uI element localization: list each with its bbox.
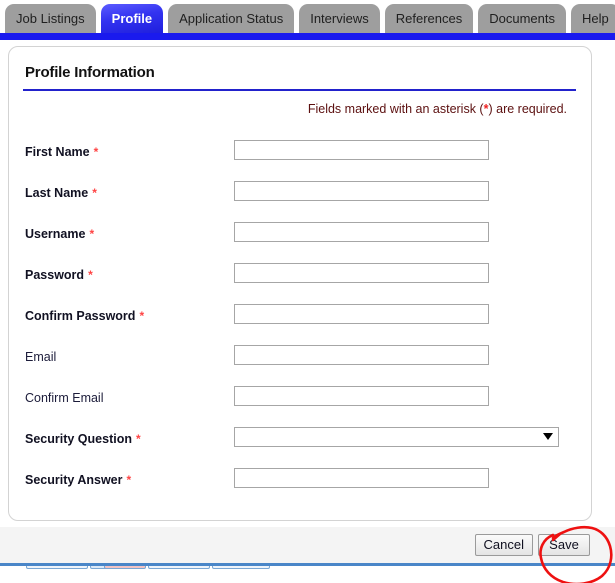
required-note-prefix: Fields marked with an asterisk (: [307, 102, 484, 116]
profile-panel: Profile Information Fields marked with a…: [8, 46, 592, 521]
label-last-name: Last Name *: [25, 186, 97, 200]
taskbar-sliver: [0, 566, 615, 583]
label-confirm-email: Confirm Email: [25, 391, 104, 405]
label-text: Last Name: [25, 186, 89, 200]
form-row: Confirm Password *: [9, 302, 591, 343]
label-first-name: First Name *: [25, 145, 98, 159]
tab-help[interactable]: Help: [570, 4, 615, 33]
tab-interviews[interactable]: Interviews: [299, 4, 380, 33]
form-row: Security Question *: [9, 425, 591, 466]
label-security-question: Security Question *: [25, 432, 141, 446]
tab-bar-underline: [0, 33, 615, 40]
required-note-suffix: ) are required.: [488, 102, 567, 116]
tab-references[interactable]: References: [384, 4, 474, 33]
profile-form: First Name * Last Name * Username * Password * C…: [9, 138, 591, 507]
form-row: Password *: [9, 261, 591, 302]
tab-job-listings[interactable]: Job Listings: [5, 4, 96, 33]
label-text: First Name: [25, 145, 90, 159]
required-asterisk-icon: *: [93, 145, 99, 159]
input-security-answer[interactable]: [234, 468, 489, 488]
form-row: Username *: [9, 220, 591, 261]
required-asterisk-icon: *: [92, 186, 97, 200]
tab-bar: Job Listings Profile Application Status Int…: [0, 0, 615, 40]
form-footer: Cancel Save: [0, 527, 615, 563]
security-question-select[interactable]: [234, 427, 559, 447]
input-confirm-password[interactable]: [234, 304, 489, 324]
tab-profile[interactable]: Profile: [100, 4, 164, 33]
input-password[interactable]: [234, 263, 489, 283]
form-row: First Name *: [9, 138, 591, 179]
label-text: Password: [25, 268, 85, 282]
input-confirm-email[interactable]: [234, 386, 489, 406]
label-text: Security Answer: [25, 473, 123, 487]
taskbar-item[interactable]: [148, 566, 210, 569]
cancel-button[interactable]: Cancel: [474, 534, 533, 556]
label-text: Confirm Email: [25, 391, 104, 405]
taskbar-item[interactable]: [26, 566, 88, 569]
taskbar-item[interactable]: [104, 566, 146, 569]
taskbar-item[interactable]: [212, 566, 270, 569]
footer-button-row: Cancel Save: [474, 534, 590, 556]
title-divider: [23, 89, 576, 91]
input-first-name[interactable]: [234, 140, 489, 160]
required-asterisk-icon: *: [88, 268, 93, 282]
form-row: Confirm Email: [9, 384, 591, 425]
required-asterisk-icon: *: [135, 432, 141, 446]
form-row: Email: [9, 343, 591, 384]
label-text: Email: [25, 350, 57, 364]
chevron-down-icon: [543, 433, 553, 440]
tab-strip: Job Listings Profile Application Status Int…: [5, 3, 615, 33]
page-title: Profile Information: [25, 64, 155, 81]
save-button[interactable]: Save: [538, 534, 590, 556]
tab-documents[interactable]: Documents: [478, 4, 566, 33]
label-email: Email: [25, 350, 56, 364]
label-text: Security Question: [25, 432, 132, 446]
required-asterisk-icon: *: [89, 227, 95, 241]
tab-application-status[interactable]: Application Status: [168, 4, 295, 33]
required-asterisk-icon: *: [126, 473, 132, 487]
required-fields-note: Fields marked with an asterisk (*) are r…: [308, 102, 567, 116]
input-email[interactable]: [234, 345, 489, 365]
label-text: Confirm Password: [25, 309, 136, 323]
required-asterisk-icon: *: [139, 309, 145, 323]
form-row: Security Answer *: [9, 466, 591, 507]
label-password: Password *: [25, 268, 93, 282]
form-row: Last Name *: [9, 179, 591, 220]
label-confirm-password: Confirm Password *: [25, 309, 144, 323]
label-security-answer: Security Answer *: [25, 473, 131, 487]
input-username[interactable]: [234, 222, 489, 242]
input-last-name[interactable]: [234, 181, 489, 201]
label-username: Username *: [25, 227, 94, 241]
label-text: Username: [25, 227, 86, 241]
